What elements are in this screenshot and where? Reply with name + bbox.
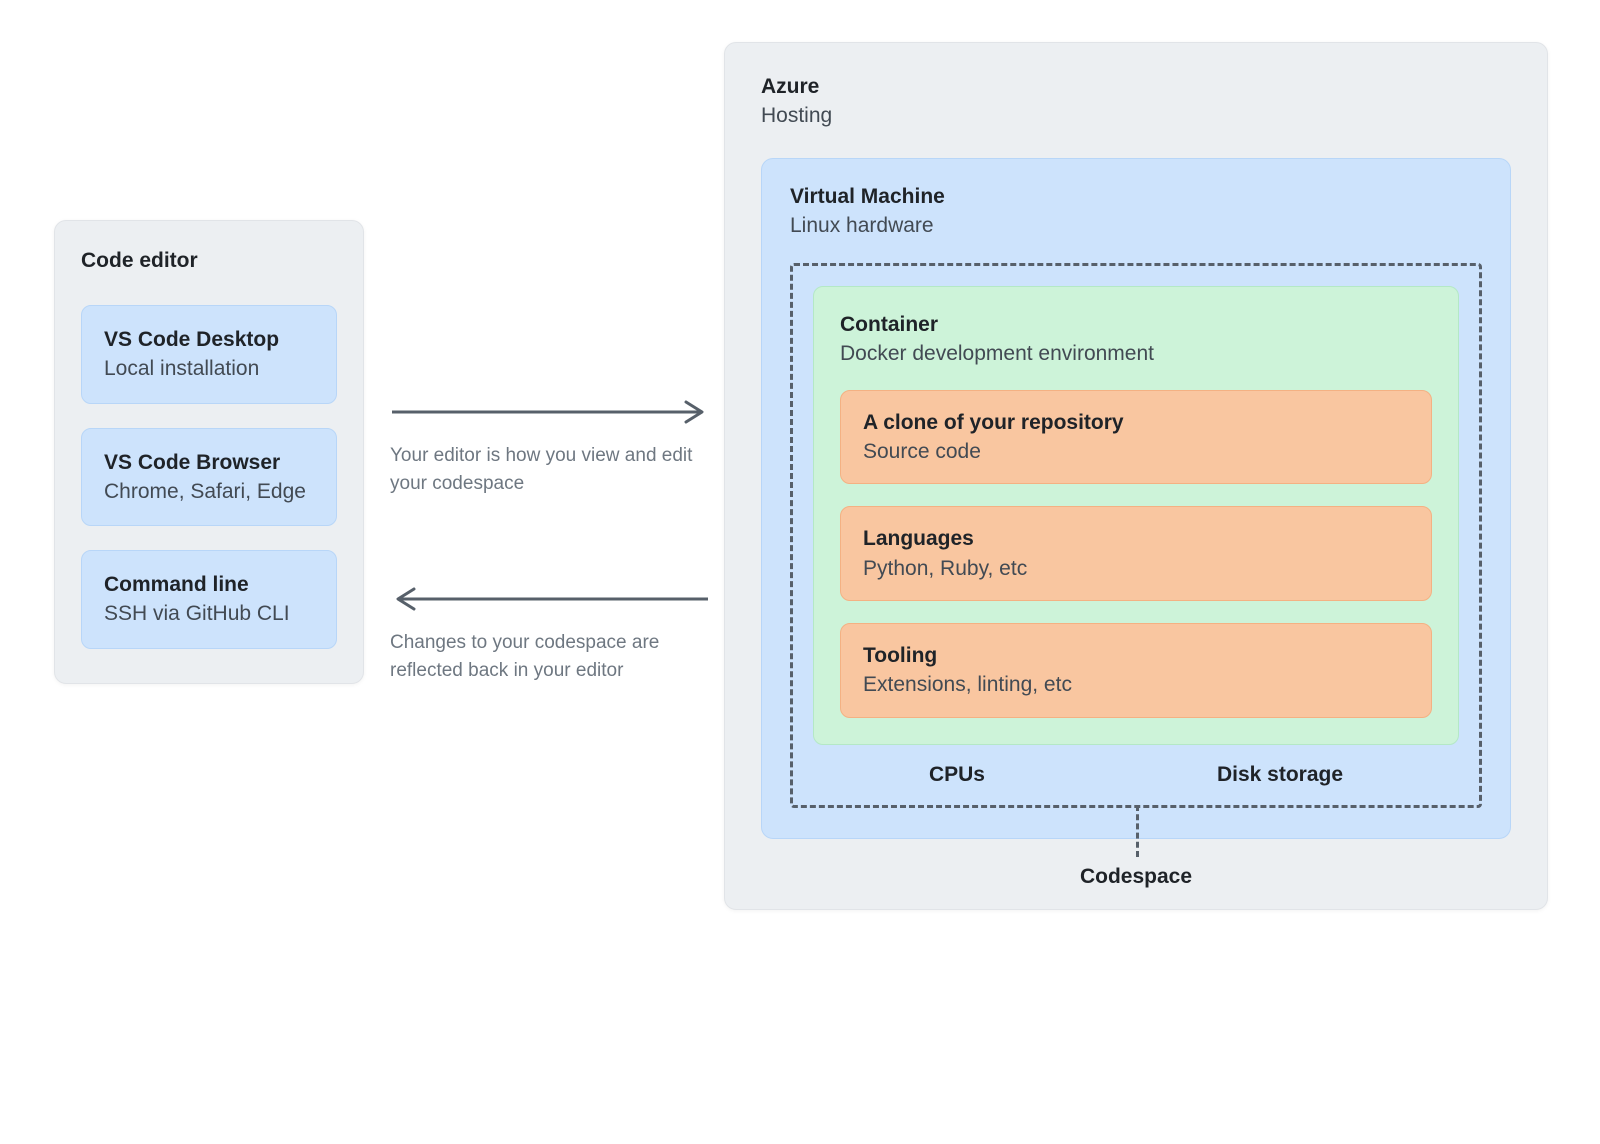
vm-subtitle: Linux hardware bbox=[790, 212, 1482, 239]
editor-card-title: VS Code Desktop bbox=[104, 326, 314, 353]
azure-title: Azure bbox=[761, 73, 1511, 100]
editor-card-title: Command line bbox=[104, 571, 314, 598]
vm-title: Virtual Machine bbox=[790, 183, 1482, 210]
codespace-dashed-box: Container Docker development environment… bbox=[790, 263, 1482, 807]
container-title: Container bbox=[840, 311, 1432, 338]
editor-card-subtitle: Chrome, Safari, Edge bbox=[104, 478, 314, 505]
code-editor-title: Code editor bbox=[81, 249, 337, 273]
azure-subtitle: Hosting bbox=[761, 102, 1511, 129]
arrow-left-block: Changes to your codespace are reflected … bbox=[390, 587, 710, 684]
container-item-subtitle: Source code bbox=[863, 438, 1409, 465]
editor-card-vscode-browser: VS Code Browser Chrome, Safari, Edge bbox=[81, 428, 337, 527]
editor-card-command-line: Command line SSH via GitHub CLI bbox=[81, 550, 337, 649]
resource-disk: Disk storage bbox=[1217, 763, 1343, 787]
container-box: Container Docker development environment… bbox=[813, 286, 1459, 744]
arrow-right-icon bbox=[390, 400, 710, 424]
container-item-subtitle: Python, Ruby, etc bbox=[863, 555, 1409, 582]
editor-card-subtitle: Local installation bbox=[104, 355, 314, 382]
container-item-subtitle: Extensions, linting, etc bbox=[863, 671, 1409, 698]
azure-panel: Azure Hosting Virtual Machine Linux hard… bbox=[724, 42, 1548, 910]
resource-row: CPUs Disk storage bbox=[813, 763, 1459, 787]
container-subtitle: Docker development environment bbox=[840, 340, 1432, 367]
arrow-right-block: Your editor is how you view and edit you… bbox=[390, 400, 710, 497]
editor-card-subtitle: SSH via GitHub CLI bbox=[104, 600, 314, 627]
code-editor-panel: Code editor VS Code Desktop Local instal… bbox=[54, 220, 364, 684]
container-item-title: Languages bbox=[863, 525, 1409, 552]
codespace-label: Codespace bbox=[1080, 865, 1192, 889]
container-item-languages: Languages Python, Ruby, etc bbox=[840, 506, 1432, 601]
virtual-machine-box: Virtual Machine Linux hardware Container… bbox=[761, 158, 1511, 839]
arrow-left-caption: Changes to your codespace are reflected … bbox=[390, 629, 710, 684]
arrows-column: Your editor is how you view and edit you… bbox=[390, 400, 710, 774]
arrow-left-icon bbox=[390, 587, 710, 611]
container-item-repo: A clone of your repository Source code bbox=[840, 390, 1432, 485]
editor-card-title: VS Code Browser bbox=[104, 449, 314, 476]
codespace-connector-line bbox=[1136, 805, 1139, 857]
resource-cpus: CPUs bbox=[929, 763, 985, 787]
container-item-tooling: Tooling Extensions, linting, etc bbox=[840, 623, 1432, 718]
editor-card-vscode-desktop: VS Code Desktop Local installation bbox=[81, 305, 337, 404]
container-item-title: Tooling bbox=[863, 642, 1409, 669]
container-item-title: A clone of your repository bbox=[863, 409, 1409, 436]
arrow-right-caption: Your editor is how you view and edit you… bbox=[390, 442, 710, 497]
